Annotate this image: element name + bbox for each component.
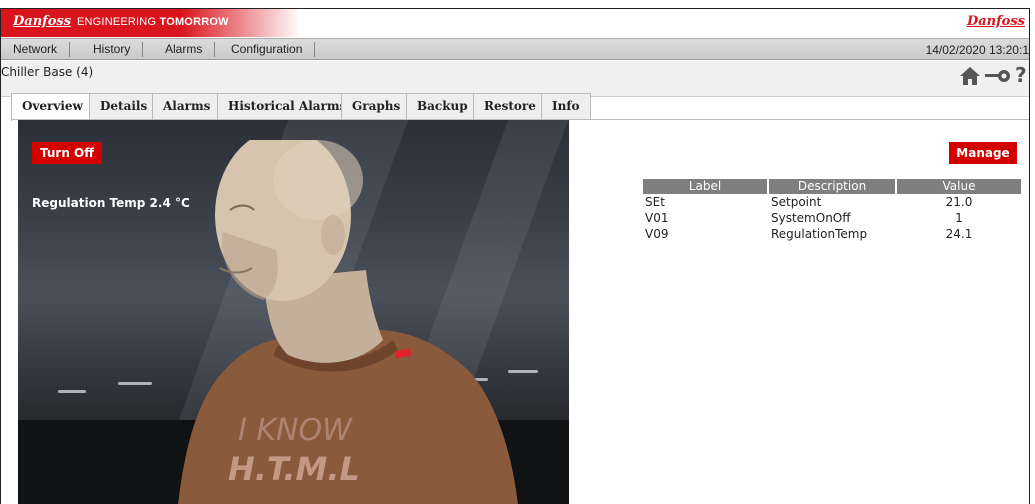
tab-overview[interactable]: Overview [11,93,94,121]
table-row: SEt Setpoint 21.0 [643,194,1021,210]
parameter-table: Label Description Value SEt Setpoint 21.… [641,179,1023,242]
cell-value: 21.0 [945,195,973,209]
column-header-value: Value [897,179,1021,194]
datetime-display: 14/02/2020 13:20:1 [925,43,1029,57]
table-row: V09 RegulationTemp 24.1 [643,226,1021,242]
column-header-label: Label [643,179,767,194]
main-menu: Network History Alarms Configuration 14/… [1,38,1029,60]
table-header-row: Label Description Value [643,179,1021,194]
svg-text:I KNOW: I KNOW [238,413,353,448]
tab-historical-alarms[interactable]: Historical Alarms [217,93,358,119]
danfoss-logo: Danfoss [13,14,72,29]
tab-details[interactable]: Details [89,93,159,119]
brand-bar: Danfoss ENGINEERING TOMORROW Danfoss [1,9,1029,37]
column-header-description: Description [769,179,895,194]
mannequin-figure: I KNOW H.T.M.L [178,140,518,504]
overview-photo: I KNOW H.T.M.L Turn Off Regulation Temp … [18,120,569,504]
cell-label: V09 [645,227,669,241]
cell-value: 24.1 [945,227,973,241]
turn-off-button[interactable]: Turn Off [32,142,102,164]
breadcrumb-row: Chiller Base (4) ? [1,61,1029,97]
table-row: V01 SystemOnOff 1 [643,210,1021,226]
tab-alarms[interactable]: Alarms [152,93,222,119]
breadcrumb: Chiller Base (4) [1,65,94,79]
ceiling-light [58,390,86,393]
menu-network[interactable]: Network [1,42,71,57]
cell-label: V01 [645,211,669,225]
app-window: Danfoss ENGINEERING TOMORROW Danfoss Net… [0,8,1030,504]
cell-value: 1 [955,211,963,225]
tagline-prefix: ENGINEERING [77,16,160,28]
tab-graphs[interactable]: Graphs [341,93,412,119]
toolbar-icons: ? [959,63,1029,87]
tab-info[interactable]: Info [541,93,591,119]
cell-description: Setpoint [771,195,822,209]
tab-restore[interactable]: Restore [473,93,547,119]
tab-backup[interactable]: Backup [406,93,479,119]
help-icon[interactable]: ? [1015,63,1027,87]
menu-alarms[interactable]: Alarms [153,42,216,57]
ceiling-light [118,382,152,385]
manage-button[interactable]: Manage [949,142,1017,164]
regulation-temp-readout: Regulation Temp 2.4 °C [32,196,190,210]
tagline-bold: TOMORROW [159,16,229,28]
cell-label: SEt [645,195,665,209]
svg-text:H.T.M.L: H.T.M.L [228,450,360,488]
key-icon[interactable] [985,68,1011,84]
menu-configuration[interactable]: Configuration [219,42,316,57]
menu-history[interactable]: History [81,42,144,57]
cell-description: RegulationTemp [771,227,868,241]
cell-description: SystemOnOff [771,211,851,225]
danfoss-logo-right: Danfoss [966,14,1025,29]
brand-tagline: ENGINEERING TOMORROW [77,16,229,28]
home-icon[interactable] [959,65,981,87]
